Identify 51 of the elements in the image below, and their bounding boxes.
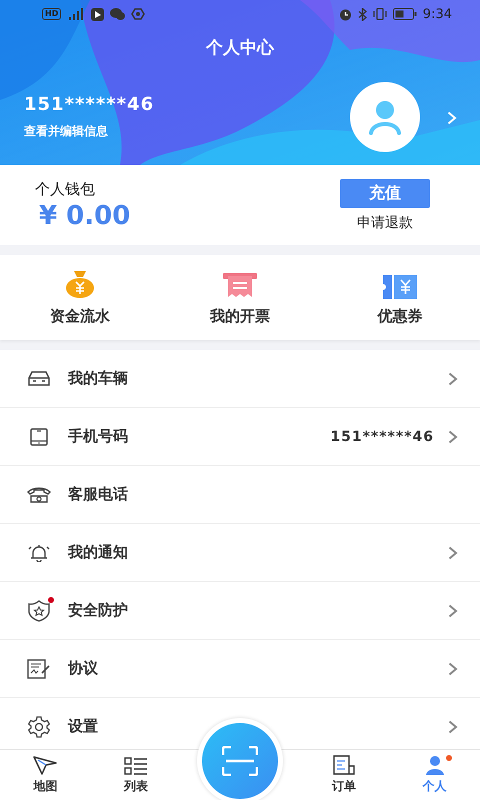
tablet-icon [30,428,48,446]
order-icon [333,755,356,775]
bell-icon [27,544,51,562]
document-icon [27,658,51,678]
bluetooth-icon [358,8,367,20]
nav-tab[interactable]: 订单 [298,750,390,800]
battery-icon [392,8,417,20]
shortcut-item[interactable]: 我的开票 [160,255,320,340]
menu-label: 协议 [68,659,99,678]
menu-label: 我的车辆 [68,369,129,388]
clock-time: 9:34 [422,6,452,22]
list-icon [124,757,148,775]
vibrate-icon [372,8,387,20]
telephone-icon [27,486,51,502]
alarm-icon [338,8,352,20]
menu-row[interactable]: 安全防护 [0,582,480,640]
money-bag-icon [64,269,96,299]
menu-row[interactable]: 手机号码 151******46 [0,408,480,466]
signal-icon [67,8,86,20]
scan-icon [222,746,258,776]
user-phone: 151******46 [24,94,154,115]
shortcut-item[interactable]: 优惠券 [320,255,480,340]
nav-tab[interactable]: 个人 [389,750,480,800]
menu-row[interactable]: 我的车辆 [0,350,480,408]
menu-label: 客服电话 [68,485,129,504]
menu-value: 151******46 [330,428,434,444]
page-title: 个人中心 [204,37,276,59]
shortcut-item[interactable]: 资金流水 [0,255,160,340]
menu-row[interactable]: 协议 [0,640,480,698]
chevron-icon [447,111,457,125]
menu-label: 安全防护 [68,601,129,620]
app-icon [91,8,104,20]
car-icon [27,370,51,386]
wallet-balance: ¥ 0.00 [39,200,130,230]
navigation-arrow-icon [33,755,58,775]
refund-link[interactable]: 申请退款 [357,214,413,232]
menu-row[interactable]: 我的通知 [0,524,480,582]
menu-label: 设置 [68,717,99,736]
person-icon [424,755,446,775]
app-icon [131,8,146,20]
settings-icon [28,716,50,738]
nav-tab[interactable]: 地图 [0,750,91,800]
person-icon [367,99,403,135]
wallet-label: 个人钱包 [35,180,96,198]
coupon-icon [383,275,417,299]
menu-label: 我的通知 [68,543,129,562]
nav-tab[interactable]: 列表 [90,750,182,800]
shield-icon [28,600,50,622]
menu-row[interactable]: 客服电话 [0,466,480,524]
receipt-icon [223,273,257,299]
menu-label: 手机号码 [68,427,129,446]
